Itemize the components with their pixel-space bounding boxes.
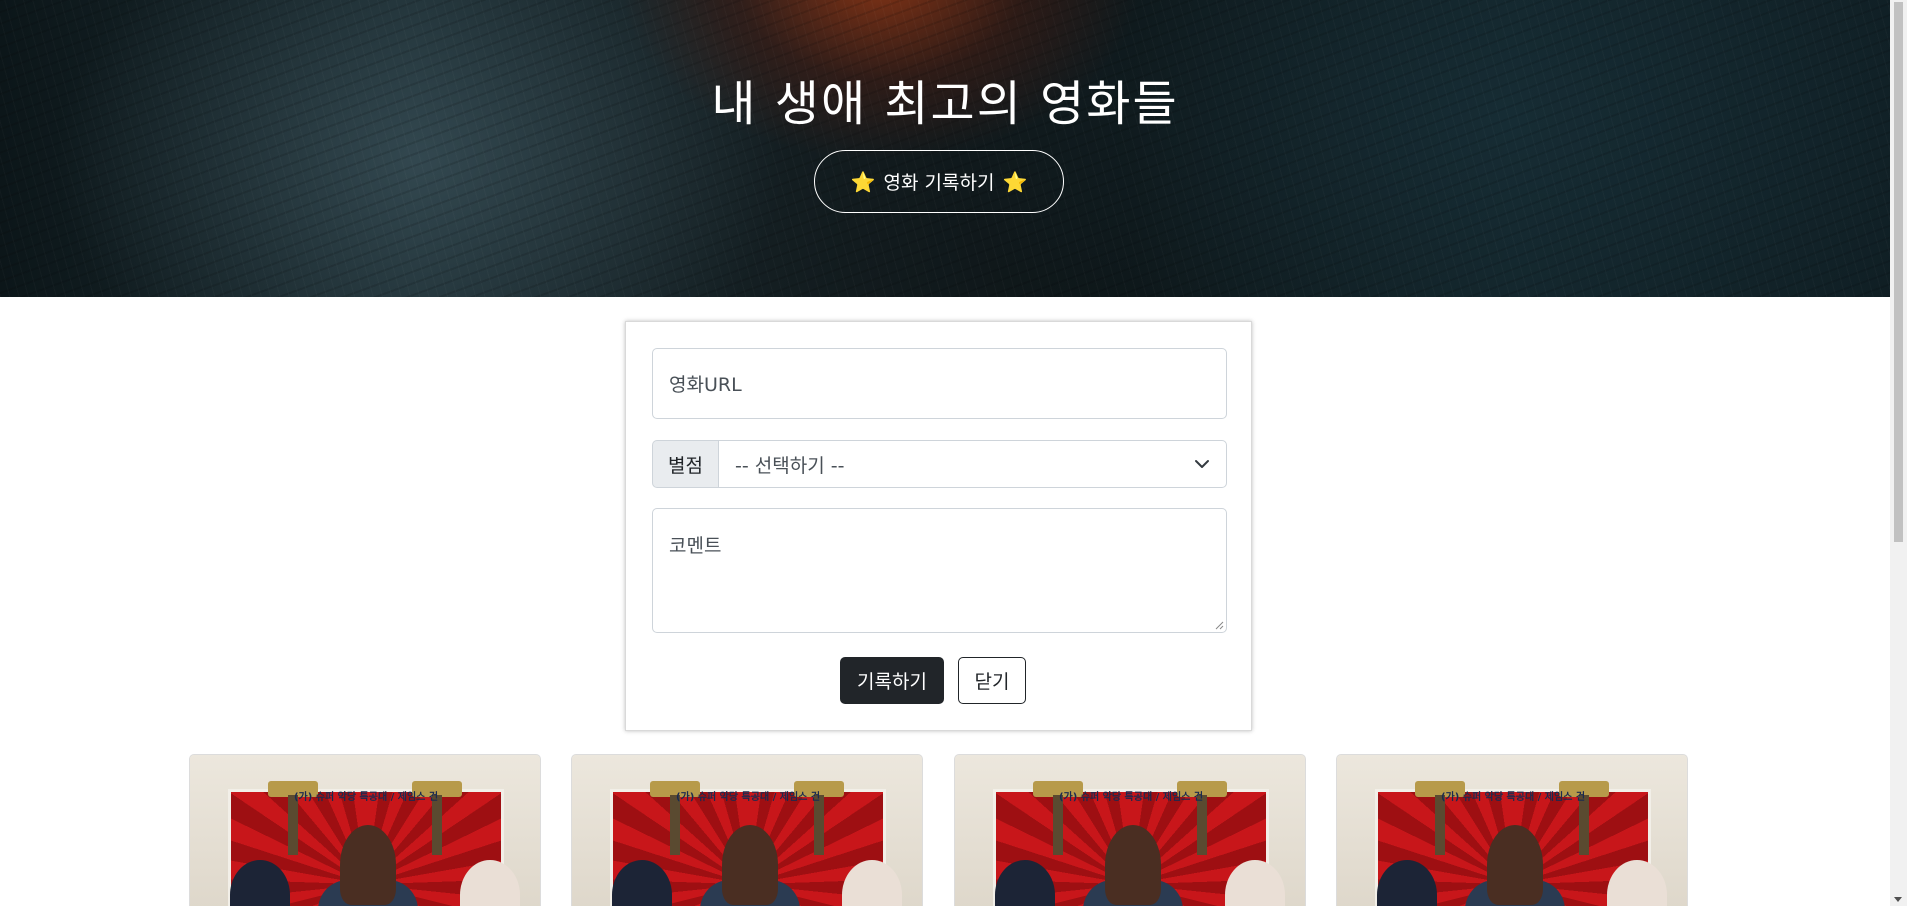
- star-rating-select-value: -- 선택하기 --: [735, 454, 845, 477]
- poster-weapon: [1579, 795, 1589, 855]
- resize-handle-icon[interactable]: [1215, 621, 1224, 630]
- poster-title-text: (가) 슈퍼 악당 특공대 / 제임스 건: [1440, 792, 1586, 803]
- poster-weapon: [1053, 795, 1063, 855]
- movie-poster-image: (가) 슈퍼 악당 특공대 / 제임스 건: [955, 755, 1305, 906]
- movie-poster-image: (가) 슈퍼 악당 특공대 / 제임스 건: [1337, 755, 1687, 906]
- poster-figure: [340, 825, 396, 905]
- save-button[interactable]: 기록하기: [840, 657, 944, 704]
- poster-figure: [1487, 825, 1543, 905]
- movie-url-input[interactable]: 영화URL: [652, 348, 1227, 419]
- movie-card[interactable]: (가) 슈퍼 악당 특공대 / 제임스 건: [571, 754, 923, 906]
- poster-figure: [722, 825, 778, 905]
- poster-figure: [1105, 825, 1161, 905]
- movie-poster-image: (가) 슈퍼 악당 특공대 / 제임스 건: [190, 755, 540, 906]
- star-icon: ⭐: [850, 169, 876, 194]
- star-rating-label: 별점: [652, 440, 718, 488]
- comment-textarea[interactable]: 코멘트: [652, 508, 1227, 633]
- comment-placeholder: 코멘트: [669, 535, 722, 557]
- record-movie-button-label: 영화 기록하기: [883, 172, 995, 194]
- star-rating-group: 별점 -- 선택하기 --: [652, 440, 1227, 488]
- poster-weapon: [1435, 795, 1445, 855]
- vertical-scrollbar[interactable]: [1890, 0, 1907, 906]
- poster-weapon: [670, 795, 680, 855]
- poster-title-text: (가) 슈퍼 악당 특공대 / 제임스 건: [293, 792, 439, 803]
- poster-weapon: [288, 795, 298, 855]
- hero-background-image: [0, 0, 1890, 297]
- scrollbar-thumb[interactable]: [1894, 2, 1903, 542]
- page: 내 생애 최고의 영화들 ⭐ 영화 기록하기 ⭐ 영화URL 별점 -- 선택하…: [0, 0, 1907, 906]
- poster-title-text: (가) 슈퍼 악당 특공대 / 제임스 건: [1058, 792, 1204, 803]
- poster-weapon: [432, 795, 442, 855]
- movie-card[interactable]: (가) 슈퍼 악당 특공대 / 제임스 건: [954, 754, 1306, 906]
- star-rating-select[interactable]: -- 선택하기 --: [718, 440, 1227, 488]
- chevron-down-icon: [1195, 460, 1209, 468]
- movie-card[interactable]: (가) 슈퍼 악당 특공대 / 제임스 건: [1336, 754, 1688, 906]
- record-movie-button[interactable]: ⭐ 영화 기록하기 ⭐: [814, 150, 1064, 213]
- star-icon: ⭐: [1002, 169, 1028, 194]
- poster-weapon: [814, 795, 824, 855]
- page-title: 내 생애 최고의 영화들: [711, 76, 1179, 132]
- poster-title-text: (가) 슈퍼 악당 특공대 / 제임스 건: [675, 792, 821, 803]
- poster-weapon: [1197, 795, 1207, 855]
- close-button[interactable]: 닫기: [958, 657, 1026, 704]
- hero-banner: 내 생애 최고의 영화들 ⭐ 영화 기록하기 ⭐: [0, 0, 1890, 297]
- scroll-down-arrow-icon[interactable]: [1894, 897, 1902, 902]
- movie-card[interactable]: (가) 슈퍼 악당 특공대 / 제임스 건: [189, 754, 541, 906]
- movie-post-form: 영화URL 별점 -- 선택하기 -- 코멘트 기록하기 닫기: [625, 321, 1252, 731]
- movie-poster-image: (가) 슈퍼 악당 특공대 / 제임스 건: [572, 755, 922, 906]
